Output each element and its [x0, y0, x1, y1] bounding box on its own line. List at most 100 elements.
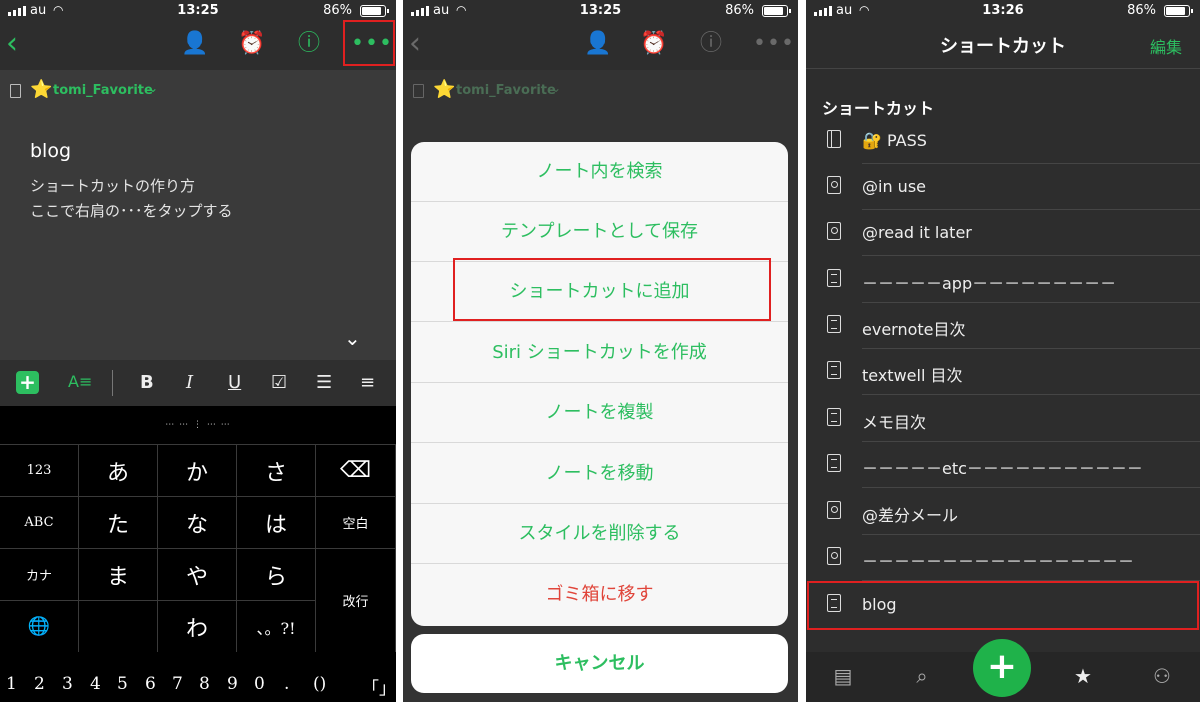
shortcut-item[interactable]: evernote目次 — [806, 303, 1200, 349]
info-icon[interactable]: ⓘ — [295, 30, 323, 58]
notebook-name: tomi_Favorite — [456, 83, 556, 98]
section-heading: ショートカット — [822, 99, 935, 118]
insert-button[interactable]: + — [16, 371, 39, 394]
collapse-keyboard-icon[interactable]: ⌄ — [344, 326, 361, 350]
action-sheet: ノート内を検索 テンプレートとして保存 ショートカットに追加 Siri ショート… — [411, 142, 788, 626]
chevron-down-icon[interactable]: ⌄ — [148, 81, 158, 95]
key-ha[interactable]: は — [237, 496, 316, 548]
create-siri-shortcut-button[interactable]: Siri ショートカットを作成 — [411, 323, 788, 383]
number-row: 1 2 3 4 5 6 7 8 9 0 . () 「」 — [0, 666, 396, 702]
search-icon[interactable]: ⌕ — [907, 664, 937, 688]
duplicate-note-button[interactable]: ノートを複製 — [411, 383, 788, 443]
notebook-selector[interactable]: ⭐ tomi_Favorite ⌄ — [0, 70, 396, 114]
account-icon[interactable]: ⚇ — [1147, 664, 1177, 688]
chevron-left-icon[interactable]: ‹ — [6, 26, 18, 62]
notebook-name[interactable]: tomi_Favorite — [53, 83, 153, 98]
status-bar: au ◠ 13:25 86% — [0, 0, 396, 22]
checkbox-icon[interactable]: ☑ — [271, 372, 287, 393]
note-icon — [827, 361, 841, 379]
edit-button[interactable]: 編集 — [1150, 34, 1182, 58]
globe-icon[interactable]: 🌐 — [0, 600, 79, 652]
shortcut-item[interactable]: @read it later — [806, 210, 1200, 256]
number-key[interactable]: 0 — [254, 674, 265, 694]
note-content[interactable]: blog ショートカットの作り方 ここで右肩の･･･をタップする ⌄ — [0, 114, 396, 360]
info-icon: ⓘ — [699, 31, 722, 56]
alarm-icon[interactable]: ⏰ — [238, 30, 266, 58]
underline-icon[interactable]: U — [228, 372, 241, 393]
note-editor-screen: au ◠ 13:25 86% ‹ 👤 ⏰ ⓘ ••• ⭐ tomi_Favori… — [0, 0, 396, 702]
move-to-trash-button[interactable]: ゴミ箱に移す — [411, 565, 788, 625]
key-abc[interactable]: ABC — [0, 496, 79, 548]
notebook-icon — [827, 130, 841, 148]
search-in-note-button[interactable]: ノート内を検索 — [411, 142, 788, 202]
note-line[interactable]: ここで右肩の･･･をタップする — [30, 200, 233, 221]
add-person-icon[interactable]: 👤 — [181, 30, 209, 58]
battery-percent: 86% — [1127, 3, 1156, 18]
key-punctuation[interactable]: 、。?! — [237, 600, 316, 652]
number-key[interactable]: 7 — [172, 674, 183, 694]
shortcut-item[interactable]: －－－－－app－－－－－－－－－ — [806, 257, 1200, 303]
number-key[interactable]: 「」 — [362, 674, 396, 699]
key-ka[interactable]: か — [158, 444, 237, 496]
backspace-key[interactable]: ⌫ — [316, 444, 396, 496]
keyboard-suggestions[interactable]: ⋯ ⋯ ⋮ ⋯ ⋯ — [0, 406, 396, 444]
shortcut-label: －－－－－etc－－－－－－－－－－－ — [862, 459, 1143, 478]
key-wa[interactable]: わ — [158, 600, 237, 652]
number-key[interactable]: 3 — [62, 674, 73, 694]
chevron-down-icon: ⌄ — [551, 81, 562, 95]
key-123[interactable]: 123 — [0, 444, 79, 496]
key-blank[interactable] — [79, 600, 158, 652]
highlight-box-add-shortcut — [453, 258, 771, 321]
key-ma[interactable]: ま — [79, 548, 158, 600]
note-title[interactable]: blog — [30, 140, 71, 162]
notebook-icon — [10, 84, 21, 98]
number-key[interactable]: () — [313, 674, 326, 694]
key-na[interactable]: な — [158, 496, 237, 548]
shortcut-item[interactable]: 🔐 PASS — [806, 118, 1200, 164]
number-key[interactable]: 8 — [199, 674, 210, 694]
notes-icon[interactable]: ▤ — [828, 664, 858, 688]
italic-icon[interactable]: I — [186, 372, 193, 393]
star-icon: ⭐ — [433, 79, 456, 100]
shortcut-item[interactable]: textwell 目次 — [806, 349, 1200, 395]
shortcut-item[interactable]: @差分メール — [806, 489, 1200, 535]
remove-style-button[interactable]: スタイルを削除する — [411, 504, 788, 564]
key-ta[interactable]: た — [79, 496, 158, 548]
cancel-button[interactable]: キャンセル — [411, 634, 788, 693]
notebook-icon — [413, 84, 424, 98]
shortcuts-icon[interactable]: ★ — [1068, 664, 1098, 688]
move-note-button[interactable]: ノートを移動 — [411, 444, 788, 504]
shortcut-item[interactable]: －－－－－etc－－－－－－－－－－－ — [806, 442, 1200, 488]
bold-icon[interactable]: B — [140, 372, 154, 393]
shortcut-label: @差分メール — [862, 506, 959, 525]
number-key[interactable]: 4 — [90, 674, 101, 694]
key-ra[interactable]: ら — [237, 548, 316, 600]
battery-icon — [1164, 5, 1193, 17]
number-key[interactable]: 5 — [117, 674, 128, 694]
space-key[interactable]: 空白 — [316, 496, 396, 548]
row-divider — [862, 255, 1200, 256]
text-style-icon[interactable]: A≡ — [68, 372, 92, 391]
shortcut-item[interactable]: @in use — [806, 164, 1200, 210]
number-key[interactable]: 1 — [6, 674, 17, 694]
key-kana[interactable]: カナ — [0, 548, 79, 600]
new-note-button[interactable]: + — [973, 639, 1031, 697]
key-a[interactable]: あ — [79, 444, 158, 496]
number-key[interactable]: 2 — [34, 674, 45, 694]
number-key[interactable]: . — [284, 674, 289, 694]
shortcut-item[interactable]: メモ目次 — [806, 396, 1200, 442]
key-ya[interactable]: や — [158, 548, 237, 600]
status-bar: au ◠ 13:25 86% — [403, 0, 798, 22]
battery-icon — [360, 5, 389, 17]
note-line[interactable]: ショートカットの作り方 — [30, 175, 195, 196]
shortcut-item[interactable]: －－－－－－－－－－－－－－－－－ — [806, 535, 1200, 581]
key-sa[interactable]: さ — [237, 444, 316, 496]
number-key[interactable]: 9 — [227, 674, 238, 694]
save-as-template-button[interactable]: テンプレートとして保存 — [411, 202, 788, 262]
notebook-selector: ⭐ tomi_Favorite ⌄ — [403, 70, 798, 114]
numbered-list-icon[interactable]: ☰ — [316, 372, 332, 393]
bullet-list-icon[interactable]: ≡ — [360, 372, 375, 393]
note-icon — [827, 454, 841, 472]
number-key[interactable]: 6 — [145, 674, 156, 694]
return-key[interactable]: 改行 — [316, 548, 396, 652]
